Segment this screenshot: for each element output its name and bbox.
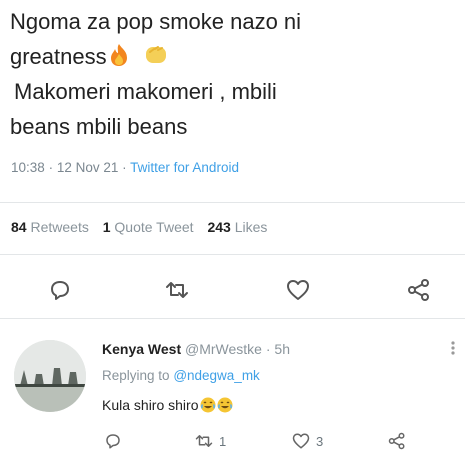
meta-separator-2: ·	[122, 160, 127, 175]
clapping-hands-emoji-icon	[145, 46, 166, 64]
reply-author-handle[interactable]: @MrWestke	[185, 341, 262, 357]
reply-icon[interactable]	[48, 278, 72, 302]
retweets-stat[interactable]: 84 Retweets	[11, 219, 89, 235]
replying-to: Replying to @ndegwa_mk	[102, 368, 260, 383]
divider	[0, 254, 465, 255]
reply-retweet-count: 1	[219, 434, 227, 449]
divider	[0, 318, 465, 319]
retweet-icon[interactable]	[194, 432, 214, 450]
share-icon[interactable]	[406, 278, 432, 302]
like-icon[interactable]	[285, 278, 311, 302]
avatar[interactable]	[14, 340, 86, 412]
likes-label: Likes	[234, 219, 268, 235]
retweets-count: 84	[11, 219, 27, 235]
reply-icon[interactable]	[104, 432, 122, 450]
quote-tweets-stat[interactable]: 1 Quote Tweet	[103, 219, 194, 235]
fire-emoji-icon	[110, 44, 127, 67]
tweet-line-1: Ngoma za pop smoke nazo ni	[10, 9, 302, 34]
likes-count: 243	[207, 219, 231, 235]
tweet-date: 12 Nov 21	[56, 160, 119, 175]
retweets-label: Retweets	[30, 219, 89, 235]
divider	[0, 202, 465, 203]
laughing-crying-emoji-icon	[200, 397, 215, 413]
quotes-label: Quote Tweet	[114, 219, 194, 235]
retweet-icon[interactable]	[164, 278, 190, 302]
quotes-count: 1	[102, 219, 111, 235]
tweet-line-4: beans mbili beans	[10, 114, 188, 139]
reply-author-name[interactable]: Kenya West	[102, 341, 181, 357]
tweet-time: 10:38	[11, 160, 45, 175]
tweet-source-link[interactable]: Twitter for Android	[130, 160, 239, 175]
reply-like-count: 3	[316, 434, 324, 449]
share-icon[interactable]	[387, 432, 407, 450]
tweet-timestamp: 10:38 · 12 Nov 21 · Twitter for Android	[11, 160, 239, 175]
replying-to-mention[interactable]: @ndegwa_mk	[173, 368, 260, 383]
reply-header: Kenya West @MrWestke · 5h	[102, 341, 290, 357]
meta-separator-1: ·	[48, 160, 54, 175]
reply-time: · 5h	[265, 341, 290, 357]
likes-stat[interactable]: 243 Likes	[207, 219, 267, 235]
replying-to-label: Replying to	[102, 368, 170, 383]
tweet-action-bar	[0, 270, 465, 310]
like-icon[interactable]	[291, 432, 311, 450]
more-options-icon[interactable]	[450, 340, 456, 356]
tweet-text: Ngoma za pop smoke nazo ni greatness Mak…	[10, 4, 450, 144]
reply-body: Kula shiro shiro	[102, 397, 199, 413]
tweet-line-3: Makomeri makomeri , mbili	[14, 79, 277, 104]
tweet-stats: 84 Retweets 1 Quote Tweet 243 Likes	[11, 219, 267, 235]
laughing-crying-emoji-icon	[217, 397, 232, 413]
avatar-image	[14, 340, 86, 412]
tweet-line-2: greatness	[10, 39, 450, 74]
reply-action-bar: 1 3	[0, 428, 465, 458]
tweet-line-2-text: greatness	[10, 44, 107, 69]
reply-text: Kula shiro shiro	[102, 397, 233, 413]
